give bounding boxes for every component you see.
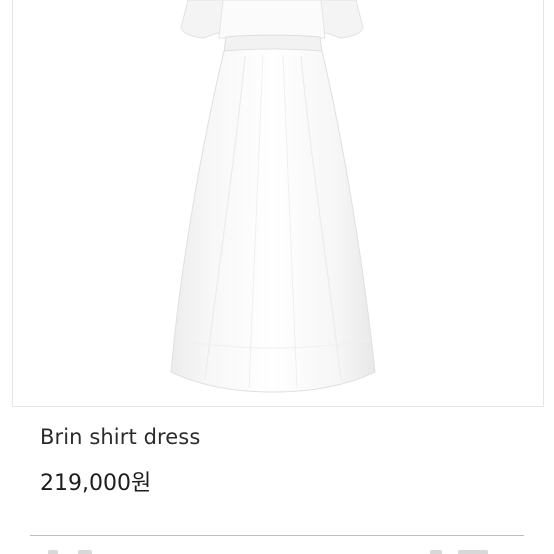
- section-divider: [30, 535, 524, 536]
- cut-off-glyph: [430, 550, 442, 554]
- product-name[interactable]: Brin shirt dress: [40, 422, 200, 452]
- cut-off-row: [0, 547, 554, 554]
- cut-off-glyph: [48, 550, 58, 554]
- cut-off-glyph: [458, 550, 488, 554]
- dress-photo-icon: [170, 0, 376, 393]
- product-image[interactable]: [12, 0, 544, 407]
- product-price: 219,000원: [40, 471, 152, 496]
- cut-off-glyph: [78, 550, 92, 554]
